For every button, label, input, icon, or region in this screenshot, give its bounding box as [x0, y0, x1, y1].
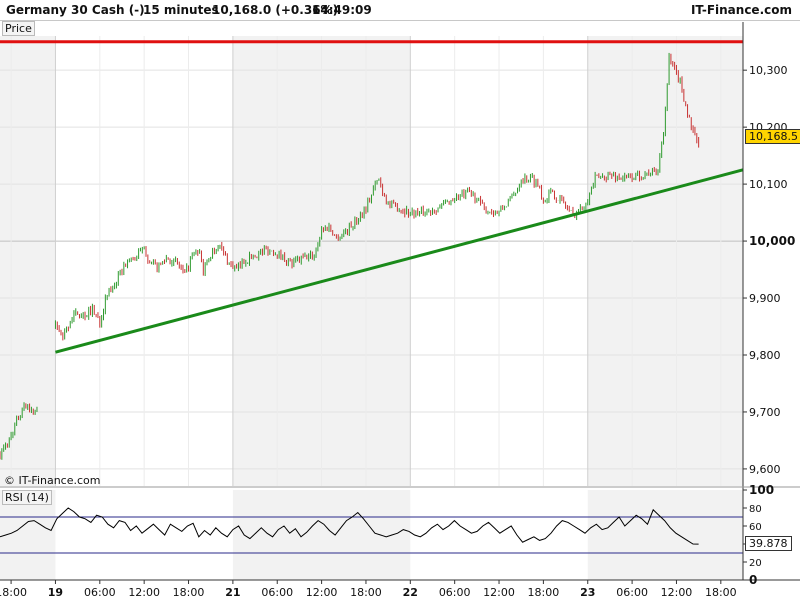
- brand-label: IT-Finance.com: [690, 3, 792, 17]
- x-tick-label: 12:00: [661, 586, 693, 599]
- x-tick-label: 06:00: [84, 586, 116, 599]
- x-tick-label: 18:00: [350, 586, 382, 599]
- rsi-day-band: [232, 490, 411, 580]
- x-tick-label: 21: [225, 586, 240, 599]
- day-band: [587, 36, 743, 486]
- rsi-last-value-tag: 39.878: [745, 536, 792, 551]
- price-panel-label: Price: [2, 21, 35, 36]
- rsi-y-tick-label: 100: [749, 483, 774, 497]
- x-tick-label: 23: [580, 586, 595, 599]
- rsi-day-band: [587, 490, 743, 580]
- x-tick-label: 18:00: [173, 586, 205, 599]
- y-tick-label: 10,000: [749, 234, 795, 248]
- x-tick-label: 06:00: [616, 586, 648, 599]
- rsi-y-tick-label: 80: [749, 504, 762, 515]
- y-tick-label: 10,100: [749, 178, 788, 191]
- timeframe-label: 15 minutes: [143, 3, 219, 17]
- x-tick-label: 19: [48, 586, 63, 599]
- rsi-y-tick-label: 60: [749, 522, 762, 533]
- y-tick-label: 9,600: [749, 463, 781, 476]
- x-tick-label: 12:00: [128, 586, 160, 599]
- chart-header: Germany 30 Cash (-) 15 minutes 10,168.0 …: [0, 0, 800, 21]
- watermark: © IT-Finance.com: [4, 474, 101, 487]
- quote-time: 14:49:09: [312, 3, 372, 17]
- instrument-title: Germany 30 Cash (-): [6, 3, 145, 17]
- x-tick-label: 06:00: [439, 586, 471, 599]
- weekend-shading: [0, 36, 743, 580]
- y-tick-label: 9,900: [749, 292, 781, 305]
- rsi-y-tick-label: 0: [749, 573, 757, 587]
- x-tick-label: 12:00: [483, 586, 515, 599]
- rsi-panel-label: RSI (14): [2, 490, 52, 505]
- y-tick-label: 9,800: [749, 349, 781, 362]
- last-price-tag: 10,168.5: [745, 129, 800, 144]
- y-tick-label: 10,300: [749, 64, 788, 77]
- day-band: [0, 36, 56, 486]
- x-tick-label: 18:00: [528, 586, 560, 599]
- x-tick-label: 06:00: [261, 586, 293, 599]
- x-tick-label: 12:00: [306, 586, 338, 599]
- x-tick-label: 22: [403, 586, 418, 599]
- rsi-y-tick-label: 20: [749, 558, 762, 569]
- chart: 9,6009,7009,8009,90010,00010,10010,20010…: [0, 22, 800, 599]
- x-tick-label: 18:00: [0, 586, 27, 599]
- y-tick-label: 9,700: [749, 406, 781, 419]
- x-tick-label: 18:00: [705, 586, 737, 599]
